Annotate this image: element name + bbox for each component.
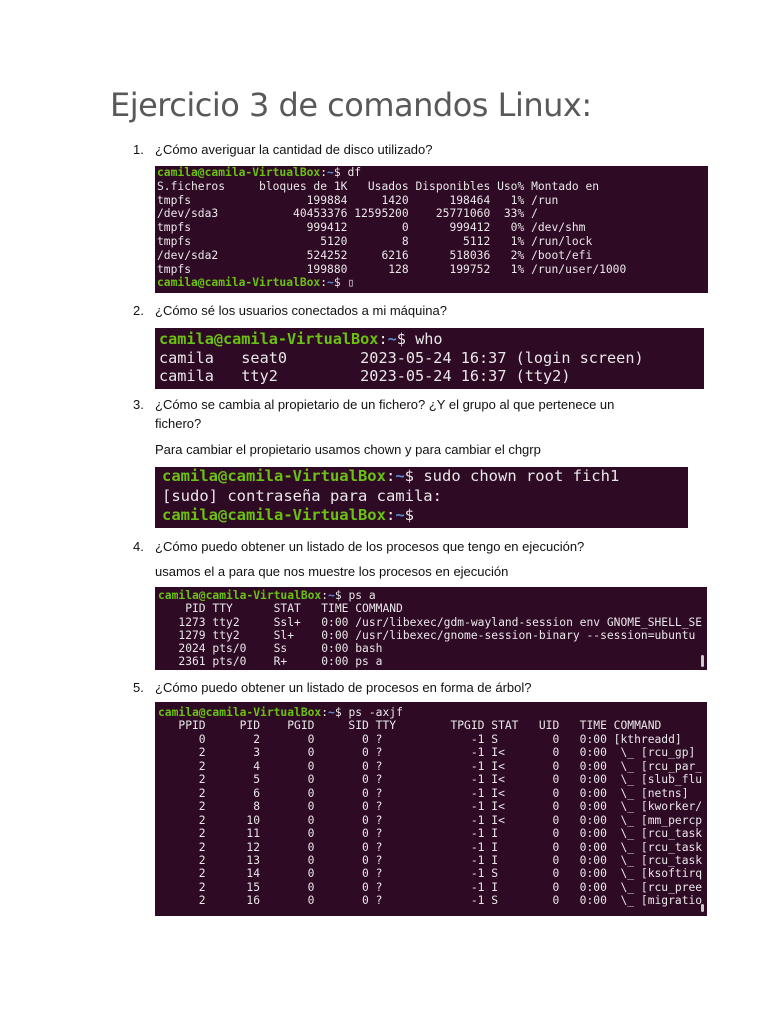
question-5: 5. ¿Cómo puedo obtener un listado de proc… (133, 678, 673, 697)
output-line: 0 2 0 0 ? -1 S 0 0:00 [kthreadd] (158, 732, 682, 746)
prompt-user: camila@camila-VirtualBox (162, 506, 386, 524)
prompt-dir: ~ (328, 706, 335, 719)
scrollbar[interactable] (701, 904, 704, 912)
output-line: tmpfs 199880 128 199752 1% /run/user/100… (157, 262, 627, 276)
terminal-df: camila@camila-VirtualBox:~$ df S.ficheros… (155, 166, 708, 293)
question-number: 5. (133, 680, 144, 695)
output-line: camila tty2 2023-05-24 16:37 (tty2) (159, 367, 571, 385)
question-number: 3. (133, 397, 144, 412)
prompt-user: camila@camila-VirtualBox (157, 276, 321, 290)
output-line: 2 15 0 0 ? -1 I 0 0:00 \_ [rcu_pree (158, 880, 703, 894)
prompt-separator: : (378, 330, 388, 348)
prompt-line: camila@camila-VirtualBox:~$ who (159, 330, 704, 349)
prompt-user: camila@camila-VirtualBox (162, 467, 386, 485)
answer-4: usamos el a para que nos muestre los pro… (155, 564, 509, 579)
output-line: tmpfs 199884 1420 198464 1% /run (157, 193, 559, 207)
prompt-line: camila@camila-VirtualBox:~$ ps a (158, 589, 707, 602)
question-number: 4. (133, 539, 144, 554)
question-number: 2. (133, 303, 144, 318)
prompt-sign: $ (334, 589, 349, 602)
prompt-user: camila@camila-VirtualBox (158, 706, 322, 719)
output-line: 1279 tty2 Sl+ 0:00 /usr/libexec/gnome-se… (158, 628, 696, 642)
prompt-dir: ~ (395, 467, 405, 485)
output-line: 2 14 0 0 ? -1 S 0 0:00 \_ [ksoftirq (158, 867, 703, 881)
prompt-line: camila@camila-VirtualBox:~$ ▯ (157, 276, 706, 290)
prompt-dir: ~ (328, 589, 335, 602)
prompt-sign: $ (404, 467, 424, 485)
terminal-ps-axjf: camila@camila-VirtualBox:~$ ps -axjf PPI… (155, 702, 707, 916)
output-line: 2 11 0 0 ? -1 I 0 0:00 \_ [rcu_task (158, 827, 703, 841)
prompt-user: camila@camila-VirtualBox (157, 166, 321, 179)
output-line: 2 12 0 0 ? -1 I 0 0:00 \_ [rcu_task (158, 840, 703, 854)
command-text: sudo chown root fich1 (423, 467, 620, 485)
scrollbar[interactable] (701, 655, 704, 667)
output-line: 2 10 0 0 ? -1 I< 0 0:00 \_ [mm_percp (158, 813, 703, 827)
command-text: df (347, 166, 362, 179)
prompt-dir: ~ (327, 166, 334, 179)
prompt-user: camila@camila-VirtualBox (159, 330, 379, 348)
prompt-line: camila@camila-VirtualBox:~$ ps -axjf (158, 706, 707, 719)
question-1: 1. ¿Cómo averiguar la cantidad de disco u… (133, 140, 673, 159)
output-line: S.ficheros bloques de 1K Usados Disponib… (157, 179, 600, 193)
output-line: 1273 tty2 Ssl+ 0:00 /usr/libexec/gdm-way… (158, 615, 703, 629)
output-line: 2 4 0 0 ? -1 I< 0 0:00 \_ [rcu_par_ (158, 759, 703, 773)
terminal-who: camila@camila-VirtualBox:~$ who camila se… (155, 328, 704, 389)
answer-3: Para cambiar el propietario usamos chown… (155, 442, 541, 457)
question-text: ¿Cómo sé los usuarios conectados a mi má… (155, 303, 447, 318)
prompt-dir: ~ (327, 276, 334, 290)
output-line: 2024 pts/0 Ss 0:00 bash (158, 642, 383, 656)
question-2: 2. ¿Cómo sé los usuarios conectados a mi … (133, 301, 673, 320)
output-line: 2361 pts/0 R+ 0:00 ps a (158, 655, 383, 669)
question-text: ¿Cómo puedo obtener un listado de proces… (155, 680, 532, 695)
terminal-chown: camila@camila-VirtualBox:~$ sudo chown r… (155, 467, 688, 528)
prompt-line: camila@camila-VirtualBox:~$ df (157, 166, 706, 180)
output-line: 2 13 0 0 ? -1 I 0 0:00 \_ [rcu_task (158, 853, 703, 867)
document-page: Ejercicio 3 de comandos Linux: 1. ¿Cómo a… (0, 0, 768, 1024)
output-line: 2 6 0 0 ? -1 I< 0 0:00 \_ [netns] (158, 786, 689, 800)
output-line: /dev/sda2 524252 6216 518036 2% /boot/ef… (157, 248, 593, 262)
output-line: /dev/sda3 40453376 12595200 25771060 33%… (157, 207, 538, 221)
prompt-user: camila@camila-VirtualBox (158, 589, 322, 602)
question-text: ¿Cómo puedo obtener un listado de los pr… (155, 539, 585, 554)
prompt-dir: ~ (395, 506, 405, 524)
prompt-sign: $ (404, 506, 424, 524)
terminal-ps-a: camila@camila-VirtualBox:~$ ps a PID TTY… (155, 587, 707, 670)
prompt-sign: $ (333, 166, 348, 179)
question-3: 3. ¿Cómo se cambia al propietario de un f… (133, 395, 663, 433)
command-text: ps -axjf (348, 706, 403, 719)
output-line: tmpfs 999412 0 999412 0% /dev/shm (157, 221, 586, 235)
command-text: ▯ (347, 276, 355, 290)
prompt-separator: : (385, 467, 396, 485)
command-text: ps a (348, 589, 376, 602)
prompt-line: camila@camila-VirtualBox:~$ (162, 506, 688, 526)
prompt-sign: $ (333, 276, 348, 290)
question-text: ¿Cómo se cambia al propietario de un fic… (155, 397, 615, 431)
prompt-line: camila@camila-VirtualBox:~$ sudo chown r… (162, 467, 688, 487)
output-line: PPID PID PGID SID TTY TPGID STAT UID TIM… (158, 719, 662, 733)
page-title: Ejercicio 3 de comandos Linux: (110, 86, 592, 124)
output-line: PID TTY STAT TIME COMMAND (158, 602, 403, 616)
question-number: 1. (133, 142, 144, 157)
output-line: 2 8 0 0 ? -1 I< 0 0:00 \_ [kworker/ (158, 800, 703, 814)
prompt-sign: $ (396, 330, 416, 348)
output-line: 2 5 0 0 ? -1 I< 0 0:00 \_ [slub_flu (158, 773, 703, 787)
prompt-sign: $ (334, 706, 349, 719)
output-line: [sudo] contraseña para camila: (162, 486, 442, 505)
command-text: who (415, 330, 443, 348)
output-line: 2 16 0 0 ? -1 S 0 0:00 \_ [migratio (158, 894, 703, 908)
output-line: 2 3 0 0 ? -1 I< 0 0:00 \_ [rcu_gp] (158, 746, 696, 760)
question-4: 4. ¿Cómo puedo obtener un listado de los … (133, 537, 673, 556)
question-text: ¿Cómo averiguar la cantidad de disco uti… (155, 142, 433, 157)
prompt-dir: ~ (387, 330, 397, 348)
output-line: camila seat0 2023-05-24 16:37 (login scr… (159, 348, 644, 367)
output-line: tmpfs 5120 8 5112 1% /run/lock (157, 234, 593, 248)
prompt-separator: : (385, 506, 396, 524)
